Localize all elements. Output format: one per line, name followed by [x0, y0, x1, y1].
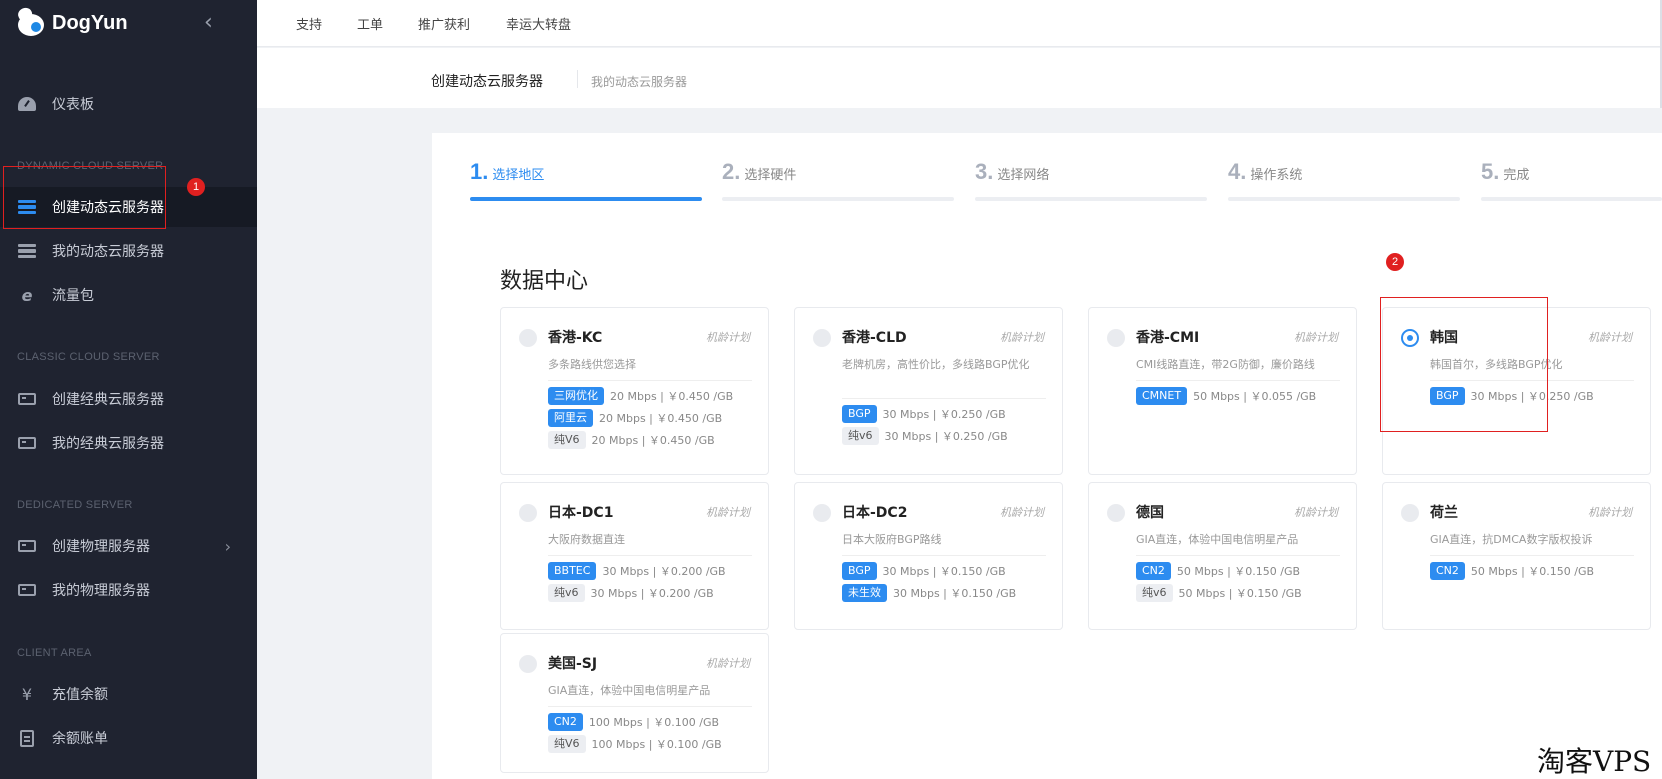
- sidebar-item-recharge[interactable]: ¥ 充值余额: [0, 674, 257, 714]
- datacenter-card-jp-dc1[interactable]: 日本-DC1 机龄计划 大阪府数据直连 BBTEC 30 Mbps | ￥0.20…: [500, 482, 769, 630]
- topbar-link-support[interactable]: 支持: [296, 14, 322, 33]
- chevron-right-icon: ›: [224, 536, 231, 556]
- annotation-number-2: 2: [1386, 253, 1404, 271]
- section-dedicated: DEDICATED SERVER: [17, 499, 133, 511]
- topbar-link-ticket[interactable]: 工单: [357, 14, 383, 33]
- section-client: CLIENT AREA: [17, 647, 92, 659]
- collapse-sidebar-icon[interactable]: ‹: [204, 10, 213, 35]
- datacenter-title: 数据中心: [500, 269, 589, 294]
- datacenter-card-netherlands[interactable]: 荷兰 机龄计划 GIA直连，抗DMCA数字版权投诉 CN2 50 Mbps | ￥…: [1382, 482, 1651, 630]
- radio-netherlands[interactable]: [1401, 504, 1419, 522]
- sub-nav: 创建动态云服务器 我的动态云服务器: [257, 48, 1662, 108]
- datacenter-card-us-sj[interactable]: 美国-SJ 机龄计划 GIA直连，体验中国电信明星产品 CN2 100 Mbps …: [500, 633, 769, 773]
- drive-icon: [18, 390, 36, 408]
- annotation-number-1: 1: [187, 178, 205, 196]
- step-3[interactable]: 3. 选择网络: [975, 159, 1207, 201]
- drive-icon: [18, 537, 36, 555]
- annotation-box-2: [1380, 297, 1548, 432]
- topbar-link-lucky-wheel[interactable]: 幸运大转盘: [506, 14, 571, 33]
- annotation-box-1: [3, 166, 166, 229]
- drive-icon: [18, 581, 36, 599]
- top-bar: 支持 工单 推广获利 幸运大转盘: [257, 0, 1662, 47]
- server-icon: [18, 242, 36, 260]
- drive-icon: [18, 434, 36, 452]
- step-1[interactable]: 1. 选择地区: [470, 159, 702, 201]
- radio-hk-cmi[interactable]: [1107, 329, 1125, 347]
- radio-hk-kc[interactable]: [519, 329, 537, 347]
- gauge-icon: [18, 95, 36, 113]
- sidebar-item-my-dynamic[interactable]: 我的动态云服务器: [0, 231, 257, 271]
- radio-jp-dc2[interactable]: [813, 504, 831, 522]
- subnav-create-dynamic[interactable]: 创建动态云服务器: [431, 71, 543, 91]
- sidebar-item-bill[interactable]: 余额账单: [0, 718, 257, 758]
- sidebar: DogYun ‹ 仪表板 DYNAMIC CLOUD SERVER 创建动态云服…: [0, 0, 257, 779]
- radio-jp-dc1[interactable]: [519, 504, 537, 522]
- create-panel: 1. 选择地区 2. 选择硬件 3. 选择网络 4. 操作系统 5. 完成 数据中心 香港…: [432, 133, 1662, 779]
- section-classic: CLASSIC CLOUD SERVER: [17, 351, 160, 363]
- sidebar-item-create-physical[interactable]: 创建物理服务器 ›: [0, 526, 257, 566]
- radio-hk-cld[interactable]: [813, 329, 831, 347]
- datacenter-card-jp-dc2[interactable]: 日本-DC2 机龄计划 日本大阪府BGP路线 BGP 30 Mbps | ￥0.1…: [794, 482, 1063, 630]
- yen-icon: ¥: [21, 684, 33, 704]
- datacenter-card-hk-cmi[interactable]: 香港-CMI 机龄计划 CMI线路直连，带2G防御，廉价路线 CMNET 50 M…: [1088, 307, 1357, 475]
- radio-us-sj[interactable]: [519, 655, 537, 673]
- logo-text: DogYun: [52, 11, 128, 34]
- browser-e-icon: e: [21, 285, 33, 305]
- sidebar-item-dashboard[interactable]: 仪表板: [0, 84, 257, 124]
- step-2[interactable]: 2. 选择硬件: [722, 159, 954, 201]
- sidebar-item-traffic[interactable]: e 流量包: [0, 275, 257, 315]
- subnav-my-dynamic[interactable]: 我的动态云服务器: [591, 73, 687, 90]
- datacenter-card-germany[interactable]: 德国 机龄计划 GIA直连，体验中国电信明星产品 CN2 50 Mbps | ￥0…: [1088, 482, 1357, 630]
- datacenter-card-hk-kc[interactable]: 香港-KC 机龄计划 多条路线供您选择 三网优化 20 Mbps | ￥0.450…: [500, 307, 769, 475]
- document-icon: [18, 729, 36, 747]
- topbar-link-affiliate[interactable]: 推广获利: [418, 14, 470, 33]
- dog-logo-icon: [16, 5, 46, 38]
- subnav-separator: [577, 70, 578, 88]
- sidebar-item-create-classic[interactable]: 创建经典云服务器: [0, 379, 257, 419]
- sidebar-item-my-physical[interactable]: 我的物理服务器: [0, 570, 257, 610]
- step-4[interactable]: 4. 操作系统: [1228, 159, 1460, 201]
- watermark: 淘客VPS: [1537, 745, 1652, 778]
- step-5[interactable]: 5. 完成: [1481, 159, 1662, 201]
- logo[interactable]: DogYun: [16, 5, 128, 38]
- datacenter-card-hk-cld[interactable]: 香港-CLD 机龄计划 老牌机房，高性价比，多线路BGP优化 BGP 30 Mbp…: [794, 307, 1063, 475]
- sidebar-item-my-classic[interactable]: 我的经典云服务器: [0, 423, 257, 463]
- radio-germany[interactable]: [1107, 504, 1125, 522]
